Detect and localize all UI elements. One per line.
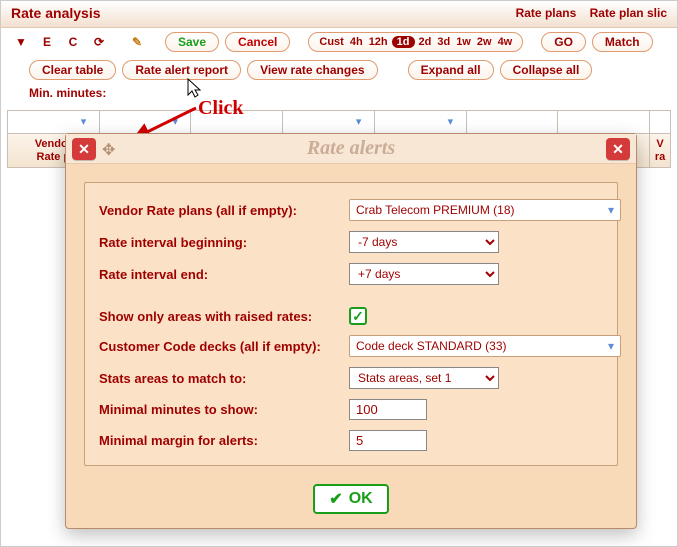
min-minutes-label: Min. minutes: [29,86,106,100]
time-2d[interactable]: 2d [417,36,434,48]
link-rate-plan-slices[interactable]: Rate plan slic [590,6,667,20]
letter-e-icon[interactable]: E [37,32,57,52]
filter-cell[interactable] [467,111,559,133]
expand-all-button[interactable]: Expand all [408,60,494,80]
dialog-panel: Vendor Rate plans (all if empty): Crab T… [84,182,618,466]
time-1w[interactable]: 1w [454,36,473,48]
label-interval-end: Rate interval end: [99,267,349,282]
funnel-icon[interactable]: ▼ [11,32,31,52]
dialog-close-left-button[interactable]: ✕ [72,138,96,160]
filter-cell[interactable] [650,111,670,133]
collapse-all-button[interactable]: Collapse all [500,60,593,80]
time-4h[interactable]: 4h [348,36,365,48]
dialog-title: Rate alerts [307,137,395,160]
filter-row: ▾ ▾ ▾ ▾ [8,111,670,133]
filter-cell[interactable]: ▾ [100,111,192,133]
vendor-plans-value: Crab Telecom PREMIUM (18) [356,203,514,217]
chevron-down-icon: ▾ [448,117,462,127]
stats-areas-select[interactable]: Stats areas, set 1 [349,367,499,389]
label-interval-begin: Rate interval beginning: [99,235,349,250]
code-decks-value: Code deck STANDARD (33) [356,339,507,353]
rate-alerts-dialog: ✕ ✥ Rate alerts ✕ Vendor Rate plans (all… [65,133,637,529]
go-button[interactable]: GO [541,32,586,52]
toolbar-secondary: Clear table Rate alert report View rate … [1,56,677,104]
time-2w[interactable]: 2w [475,36,494,48]
time-12h[interactable]: 12h [367,36,390,48]
dialog-titlebar[interactable]: ✕ ✥ Rate alerts ✕ [66,134,636,164]
chevron-down-icon: ▾ [81,117,95,127]
interval-end-select[interactable]: +7 days [349,263,499,285]
time-4w[interactable]: 4w [496,36,515,48]
refresh-icon[interactable]: ⟳ [89,32,109,52]
title-bar: Rate analysis Rate plans Rate plan slic [1,1,677,28]
filter-cell[interactable]: ▾ [8,111,100,133]
match-button[interactable]: Match [592,32,653,52]
vendor-plans-combo[interactable]: Crab Telecom PREMIUM (18) ▾ [349,199,621,221]
label-min-minutes: Minimal minutes to show: [99,402,349,417]
ok-label: OK [349,490,373,508]
filter-cell[interactable] [558,111,650,133]
raised-only-checkbox[interactable]: ✓ [349,307,367,325]
dialog-close-right-button[interactable]: ✕ [606,138,630,160]
annotation-click-label: Click [198,97,244,120]
pencil-icon[interactable]: ✎ [127,32,147,52]
label-code-decks: Customer Code decks (all if empty): [99,339,349,354]
clear-table-button[interactable]: Clear table [29,60,116,80]
interval-begin-select[interactable]: -7 days [349,231,499,253]
code-decks-combo[interactable]: Code deck STANDARD (33) ▾ [349,335,621,357]
rate-alert-report-button[interactable]: Rate alert report [122,60,241,80]
filter-cell[interactable]: ▾ [283,111,375,133]
toolbar-primary: ▼ E C ⟳ ✎ Save Cancel Cust 4h 12h 1d 2d … [1,28,677,56]
filter-cell[interactable]: ▾ [375,111,467,133]
header-links: Rate plans Rate plan slic [506,6,667,20]
cancel-button[interactable]: Cancel [225,32,290,52]
col-vra[interactable]: Vra [650,133,670,167]
move-icon[interactable]: ✥ [102,140,115,160]
label-vendor-plans: Vendor Rate plans (all if empty): [99,203,349,218]
ok-button[interactable]: ✔ OK [313,484,388,514]
time-1d[interactable]: 1d [392,36,415,48]
time-label: Cust [317,36,345,48]
time-range-selector: Cust 4h 12h 1d 2d 3d 1w 2w 4w [308,32,523,52]
min-margin-input[interactable] [349,430,427,451]
chevron-down-icon: ▾ [608,203,614,217]
chevron-down-icon: ▾ [608,339,614,353]
label-stats-areas: Stats areas to match to: [99,371,349,386]
page-title: Rate analysis [11,5,101,21]
letter-c-icon[interactable]: C [63,32,83,52]
label-raised-only: Show only areas with raised rates: [99,309,349,324]
check-icon: ✔ [329,489,342,509]
time-3d[interactable]: 3d [435,36,452,48]
save-button[interactable]: Save [165,32,219,52]
view-rate-changes-button[interactable]: View rate changes [247,60,378,80]
label-min-margin: Minimal margin for alerts: [99,433,349,448]
link-rate-plans[interactable]: Rate plans [516,6,577,20]
chevron-down-icon: ▾ [356,117,370,127]
chevron-down-icon: ▾ [172,117,186,127]
min-minutes-input[interactable] [349,399,427,420]
